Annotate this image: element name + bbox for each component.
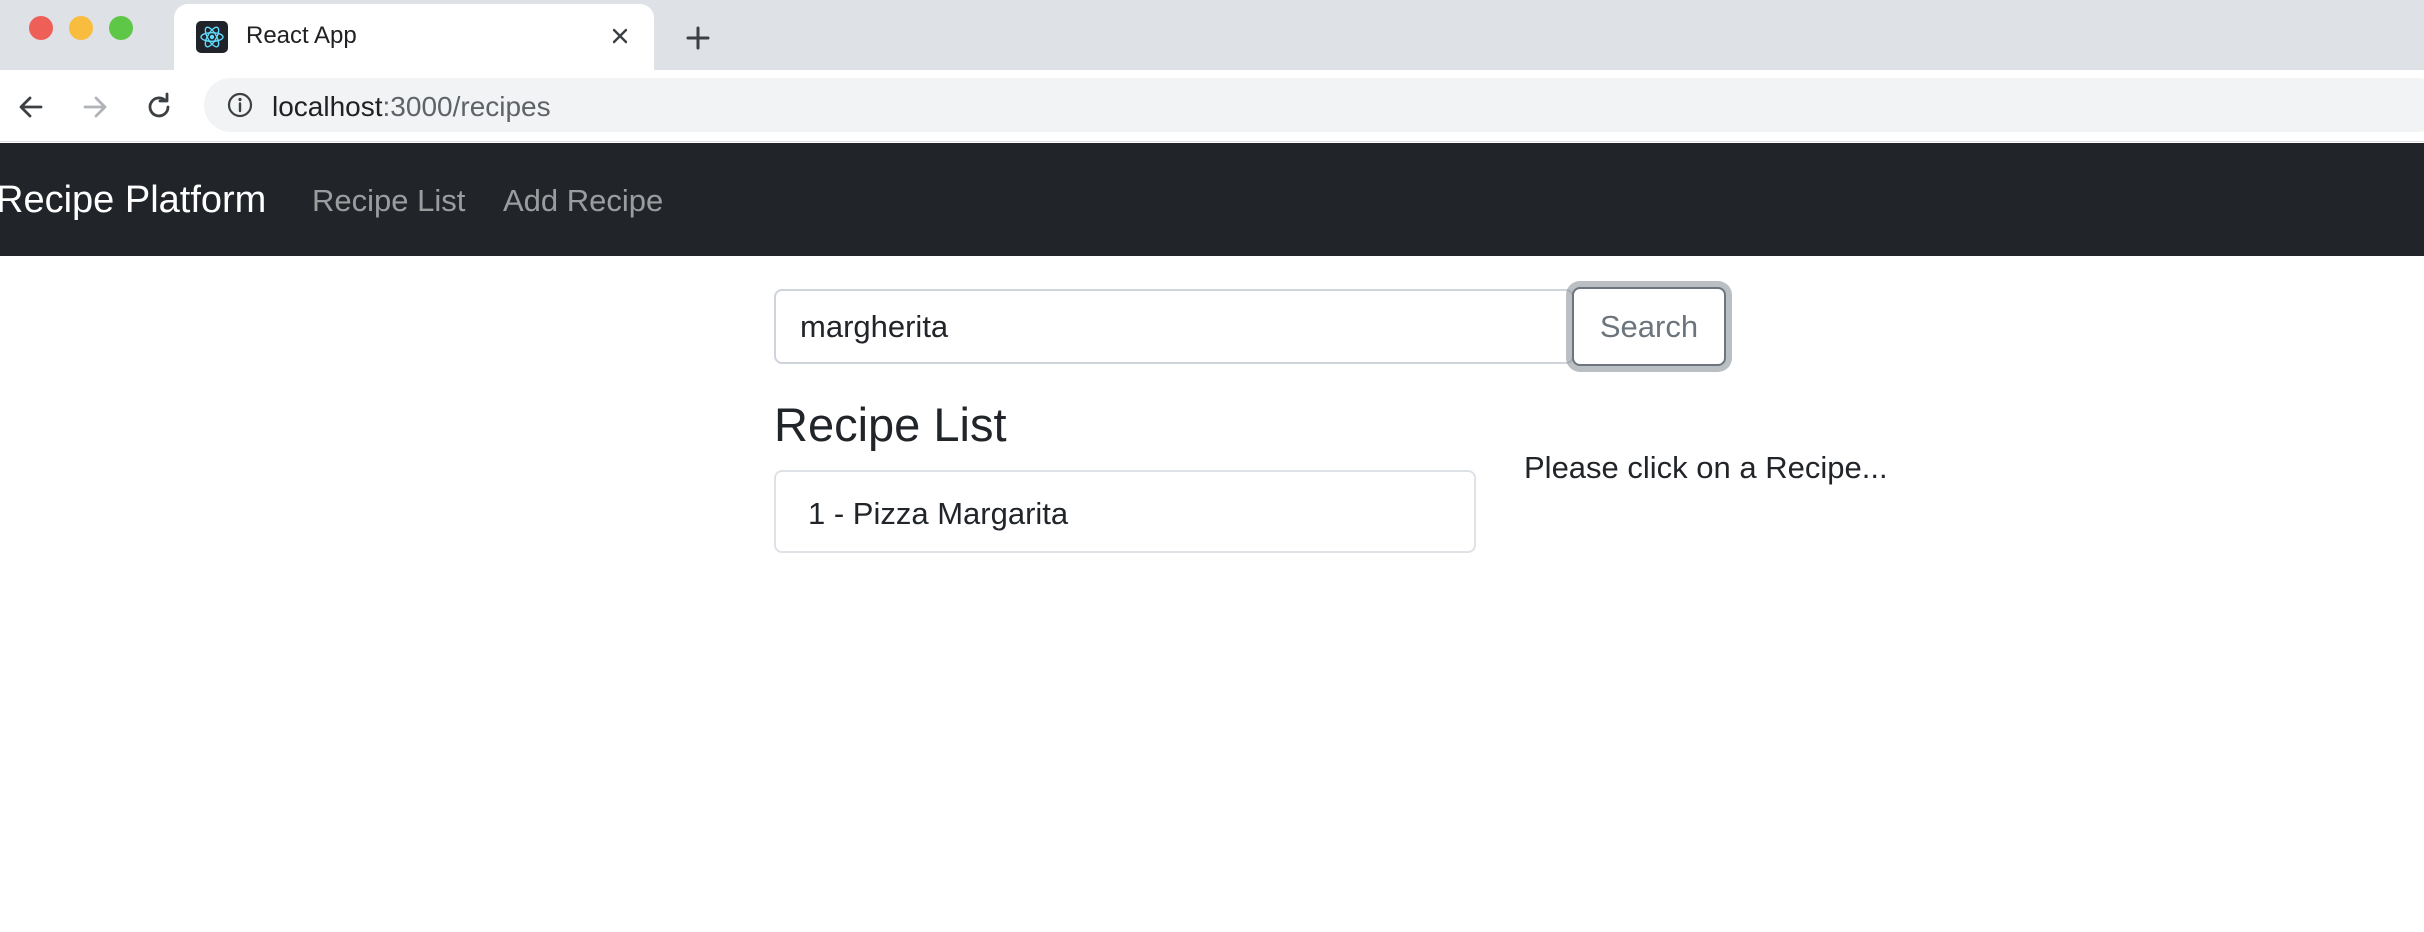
tab-title: React App: [246, 22, 357, 49]
url-host: localhost: [272, 91, 383, 122]
brand-link[interactable]: Recipe Platform: [0, 179, 266, 222]
arrow-left-icon[interactable]: [14, 90, 48, 124]
url-path: :3000/recipes: [382, 91, 551, 122]
recipe-list-heading: Recipe List: [774, 398, 1007, 451]
close-icon[interactable]: [606, 22, 634, 50]
nav-link-recipe-list[interactable]: Recipe List: [312, 183, 465, 219]
minimize-window-button[interactable]: [69, 16, 93, 40]
search-button[interactable]: Search: [1572, 287, 1726, 366]
maximize-window-button[interactable]: [109, 16, 133, 40]
browser-toolbar: localhost:3000/recipes: [0, 70, 2424, 142]
plus-icon[interactable]: [680, 20, 716, 56]
search-input[interactable]: [774, 289, 1574, 364]
nav-link-add-recipe[interactable]: Add Recipe: [503, 183, 663, 219]
browser-tab-active[interactable]: React App: [174, 4, 654, 70]
react-logo-icon: [196, 21, 228, 53]
address-bar[interactable]: localhost:3000/recipes: [204, 78, 2424, 132]
app-navbar: Recipe Platform Recipe List Add Recipe: [0, 143, 2424, 256]
arrow-right-icon[interactable]: [78, 90, 112, 124]
recipe-list: 1 - Pizza Margarita: [774, 470, 1476, 553]
url-text[interactable]: localhost:3000/recipes: [272, 91, 551, 123]
reload-icon[interactable]: [142, 90, 176, 124]
recipe-detail-placeholder: Please click on a Recipe...: [1524, 450, 1888, 485]
info-icon[interactable]: [226, 91, 254, 119]
list-item[interactable]: 1 - Pizza Margarita: [774, 470, 1476, 553]
close-window-button[interactable]: [29, 16, 53, 40]
browser-tab-bar: React App: [0, 0, 2424, 70]
